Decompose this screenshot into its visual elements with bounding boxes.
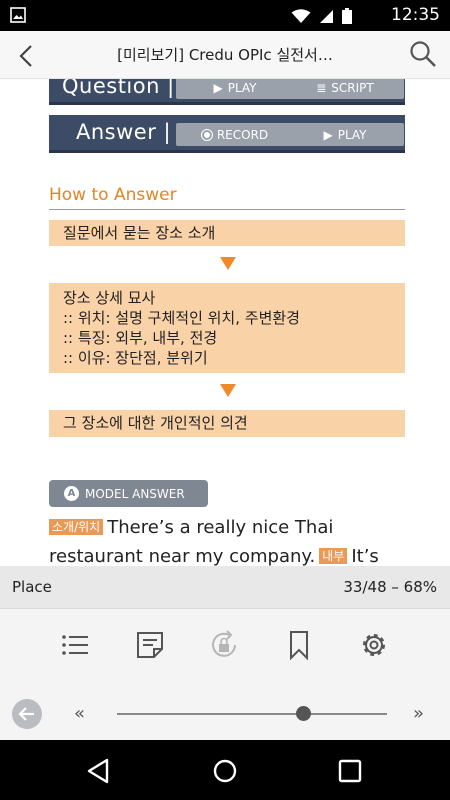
rotation-lock-icon[interactable] bbox=[208, 629, 240, 661]
play-icon: ▶ bbox=[323, 127, 333, 142]
script-label: SCRIPT bbox=[331, 80, 374, 95]
bookmark-icon[interactable] bbox=[283, 629, 315, 661]
reader-status-row: Place 33/48 – 68% bbox=[0, 566, 450, 609]
image-icon bbox=[10, 7, 26, 23]
model-answer-text: 소개/위치 There’s a really nice Thai restaura… bbox=[49, 513, 409, 566]
app-bar: [미리보기] Credu OPIc 실전서… bbox=[0, 31, 450, 79]
section-heading: How to Answer bbox=[49, 185, 177, 205]
next-chapter-button[interactable]: » bbox=[413, 703, 424, 724]
step-detail: :: 특징: 외부, 내부, 전경 bbox=[63, 329, 218, 347]
system-nav-bar bbox=[0, 740, 450, 800]
record-button[interactable]: RECORD bbox=[176, 123, 294, 146]
status-bar: 12:35 bbox=[0, 0, 450, 31]
question-bar: Question | ▶ PLAY ≣ SCRIPT bbox=[49, 79, 405, 105]
back-arrow-icon[interactable] bbox=[12, 41, 42, 71]
previous-chapter-button[interactable]: « bbox=[74, 703, 85, 724]
step-box-1: 질문에서 묻는 장소 소개 bbox=[49, 220, 405, 246]
step-detail: :: 위치: 설명 구체적인 위치, 주변환경 bbox=[63, 309, 300, 327]
nav-back-icon[interactable] bbox=[85, 757, 113, 785]
answer-bar: Answer | RECORD ▶ PLAY bbox=[49, 115, 405, 153]
settings-icon[interactable] bbox=[358, 629, 390, 661]
answer-badge-icon: A bbox=[64, 486, 79, 501]
left-arrow-icon bbox=[18, 707, 34, 721]
nav-home-icon[interactable] bbox=[211, 757, 239, 785]
clock: 12:35 bbox=[391, 5, 440, 25]
model-answer-label: MODEL ANSWER bbox=[85, 486, 185, 501]
section-tag: 소개/위치 bbox=[49, 519, 104, 535]
step-box-3: 그 장소에 대한 개인적인 의견 bbox=[49, 410, 405, 437]
back-button[interactable] bbox=[12, 699, 42, 729]
note-icon[interactable] bbox=[134, 629, 166, 661]
page-slider[interactable] bbox=[117, 713, 387, 715]
page-progress: 33/48 – 68% bbox=[343, 578, 437, 596]
wifi-icon bbox=[291, 8, 311, 23]
play-icon: ▶ bbox=[213, 80, 223, 95]
step-box-2: 장소 상세 묘사 :: 위치: 설명 구체적인 위치, 주변환경 :: 특징: … bbox=[49, 283, 405, 373]
down-arrow-icon bbox=[220, 384, 236, 397]
book-title: [미리보기] Credu OPIc 실전서… bbox=[117, 46, 333, 64]
down-arrow-icon bbox=[220, 257, 236, 270]
nav-recents-icon[interactable] bbox=[336, 757, 364, 785]
record-label: RECORD bbox=[216, 127, 269, 142]
answer-play-button[interactable]: ▶ PLAY bbox=[286, 123, 404, 146]
step-detail: :: 이유: 장단점, 분위기 bbox=[63, 349, 208, 367]
page-content[interactable]: Question | ▶ PLAY ≣ SCRIPT Answer | RECO… bbox=[0, 79, 450, 566]
section-tag: 내부 bbox=[319, 548, 348, 564]
answer-label: Answer | bbox=[76, 120, 172, 144]
system-icons bbox=[291, 8, 352, 24]
question-label: Question | bbox=[62, 79, 175, 98]
script-button[interactable]: ≣ SCRIPT bbox=[286, 79, 404, 99]
script-icon: ≣ bbox=[316, 80, 327, 95]
battery-icon bbox=[342, 8, 352, 24]
answer-play-label: PLAY bbox=[337, 127, 367, 142]
step-text: 그 장소에 대한 개인적인 의견 bbox=[63, 414, 248, 432]
search-icon[interactable] bbox=[408, 39, 438, 69]
chapter-name: Place bbox=[12, 578, 52, 596]
reader-toolbar: « » bbox=[0, 609, 450, 740]
model-answer-button[interactable]: A MODEL ANSWER bbox=[49, 480, 208, 507]
list-icon[interactable] bbox=[59, 629, 91, 661]
question-play-label: PLAY bbox=[227, 80, 257, 95]
divider bbox=[49, 209, 405, 210]
page-slider-thumb[interactable] bbox=[296, 706, 311, 721]
question-play-button[interactable]: ▶ PLAY bbox=[176, 79, 294, 99]
cell-signal-icon bbox=[320, 9, 333, 23]
step-title: 장소 상세 묘사 bbox=[63, 289, 156, 307]
record-icon bbox=[200, 128, 213, 141]
step-text: 질문에서 묻는 장소 소개 bbox=[63, 224, 216, 242]
